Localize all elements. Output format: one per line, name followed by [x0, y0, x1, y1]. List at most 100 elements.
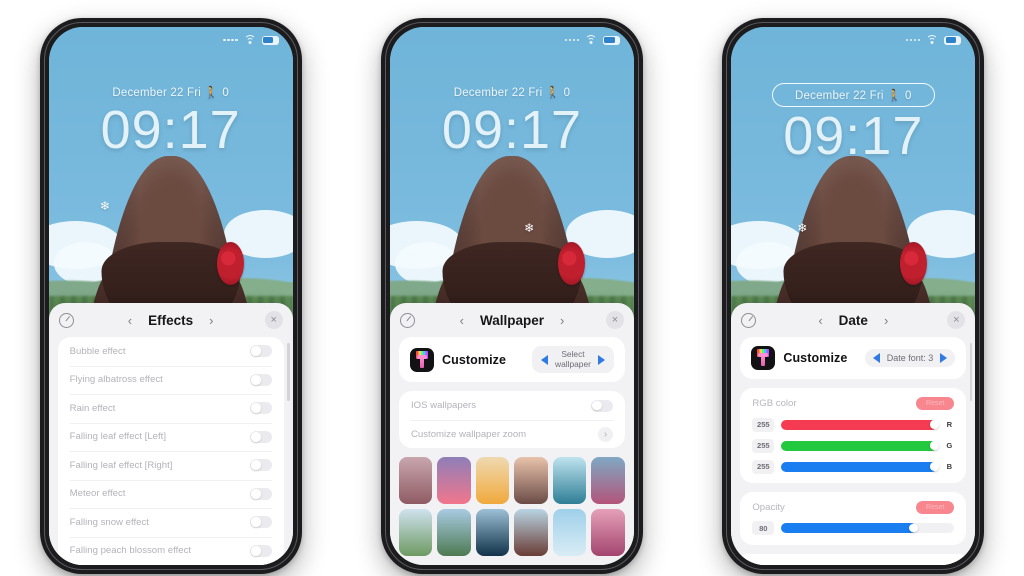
battery-icon [602, 35, 620, 45]
wallpaper-thumb-palm-sunset[interactable] [437, 457, 471, 505]
list-item[interactable]: Meteor effect [58, 479, 284, 509]
panel-header: ‹ Date › × [731, 303, 975, 337]
list-item[interactable]: IOS wallpapers [399, 391, 625, 420]
slider-track[interactable] [781, 523, 955, 533]
phone-date: December 22 Fri 🚶 0 09:17 ❄ ‹ Date › × C… [722, 18, 985, 574]
settings-circle-icon[interactable] [399, 312, 415, 328]
wallpaper-thumb-mountain-reflection[interactable] [552, 509, 587, 557]
next-page-button[interactable]: › [884, 313, 888, 328]
toggle-switch[interactable] [249, 345, 272, 358]
battery-icon [944, 35, 962, 45]
wallpaper-thumbnail-grid [398, 457, 625, 557]
slider-value: 80 [752, 521, 775, 535]
customize-brush-icon [409, 347, 434, 372]
scrollbar-thumb[interactable] [287, 343, 290, 401]
customize-brush-icon [751, 346, 776, 370]
right-triangle-icon[interactable] [597, 354, 605, 365]
toggle-switch[interactable] [249, 373, 272, 386]
wallpaper-thumb-snowy-mountain[interactable] [398, 509, 433, 557]
prev-page-button[interactable]: ‹ [818, 313, 822, 328]
toggle-switch[interactable] [249, 402, 272, 415]
wallpaper-thumb-anime-girl[interactable] [398, 457, 433, 505]
list-item[interactable]: Rain effect [58, 394, 284, 423]
opacity-reset-button[interactable]: Reset [916, 500, 955, 514]
list-item[interactable]: Falling peach blossom effect [58, 536, 284, 566]
slider-knob[interactable] [930, 441, 939, 450]
list-item-label: Falling leaf effect [Right] [69, 459, 173, 471]
toggle-switch[interactable] [249, 430, 272, 443]
status-bar [905, 35, 962, 45]
slider-knob[interactable] [930, 420, 939, 429]
list-item[interactable]: Falling snow effect [58, 508, 284, 537]
toggle-switch[interactable] [249, 487, 272, 500]
slider-channel-label: B [946, 462, 953, 471]
lockscreen-info: December 22 Fri 🚶 0 09:17 [390, 83, 634, 158]
slider-fill [781, 523, 917, 533]
snowflake-icon: ❄ [797, 220, 808, 235]
wallpaper-thumb-valley-road[interactable] [437, 509, 471, 557]
lockscreen-info: December 22 Fri 🚶 0 09:17 [731, 83, 975, 164]
panel-body: Customize Date font: 3 RGB color Reset 2… [731, 337, 975, 565]
scrollbar-thumb[interactable] [969, 343, 973, 401]
phone-screen: December 22 Fri 🚶 0 09:17 ❄ ‹ Wallpaper … [389, 27, 634, 565]
wifi-icon [243, 35, 256, 45]
settings-circle-icon[interactable] [741, 312, 757, 328]
close-icon[interactable]: × [605, 311, 624, 329]
wallpaper-panel: ‹ Wallpaper › × Customize Select wallpap… [389, 303, 634, 565]
next-page-button[interactable]: › [560, 313, 564, 328]
customize-label: Customize [441, 352, 507, 367]
panel-title: Effects [148, 312, 194, 328]
list-item[interactable]: Customize wallpaper zoom › [399, 419, 625, 449]
wallpaper-thumb-teal-building[interactable] [552, 457, 587, 505]
status-bar [223, 35, 279, 45]
wallpaper-thumb-airplane-sunset[interactable] [514, 457, 548, 505]
left-triangle-icon[interactable] [872, 353, 880, 363]
phone-wallpaper: December 22 Fri 🚶 0 09:17 ❄ ‹ Wallpaper … [380, 18, 643, 574]
right-triangle-icon[interactable] [940, 353, 948, 363]
slider-knob[interactable] [930, 462, 939, 471]
wallpaper-thumb-pagoda-lake[interactable] [514, 509, 548, 557]
slider-value: 255 [752, 438, 775, 453]
phone-screen: December 22 Fri 🚶 0 09:17 ❄ ‹ Date › × C… [731, 27, 976, 565]
toggle-switch[interactable] [249, 516, 272, 529]
close-icon[interactable]: × [947, 311, 966, 329]
wallpaper-thumb-blue-lake[interactable] [475, 509, 510, 557]
toggle-switch[interactable] [590, 399, 613, 412]
left-triangle-icon[interactable] [541, 354, 549, 365]
lockscreen-clock: 09:17 [100, 100, 241, 160]
stepper-label: Date font: 3 [886, 352, 934, 363]
toggle-switch[interactable] [249, 459, 272, 472]
settings-circle-icon[interactable] [58, 312, 74, 328]
date-font-stepper[interactable]: Date font: 3 [864, 348, 956, 368]
slider-track[interactable] [781, 440, 939, 451]
signal-dots-icon [905, 38, 921, 42]
status-bar [564, 35, 620, 45]
rose-hair-accessory [899, 242, 927, 286]
toggle-switch[interactable] [249, 544, 272, 557]
slider-track[interactable] [781, 461, 939, 472]
list-item-label: Bubble effect [69, 345, 126, 357]
list-item[interactable]: Falling leaf effect [Left] [58, 422, 284, 452]
select-wallpaper-stepper[interactable]: Select wallpaper [531, 346, 614, 374]
lockscreen-clock: 09:17 [441, 100, 583, 160]
slider-track[interactable] [781, 419, 939, 430]
next-page-button[interactable]: › [209, 313, 213, 328]
list-item-label: IOS wallpapers [410, 400, 477, 412]
slider-knob[interactable] [909, 523, 918, 533]
rgb-reset-button[interactable]: Reset [916, 397, 955, 410]
list-item[interactable]: Falling leaf effect [Right] [58, 451, 284, 480]
lockscreen-date-selected[interactable]: December 22 Fri 🚶 0 [772, 83, 935, 107]
prev-page-button[interactable]: ‹ [460, 313, 464, 328]
slider-value: 255 [752, 459, 775, 474]
close-icon[interactable]: × [264, 311, 283, 329]
lockscreen-info: December 22 Fri 🚶 0 09:17 [49, 83, 293, 158]
prev-page-button[interactable]: ‹ [128, 313, 132, 328]
wallpaper-thumb-pink-city[interactable] [591, 509, 625, 557]
opacity-section-title: Opacity [752, 501, 785, 513]
chevron-right-icon[interactable]: › [597, 426, 613, 442]
wallpaper-thumb-yellow-tree[interactable] [475, 457, 510, 505]
list-item[interactable]: Flying albatross effect [58, 365, 284, 395]
list-item[interactable]: Bubble effect [58, 337, 284, 366]
wallpaper-thumb-mountain-lake-pink[interactable] [591, 457, 625, 505]
slider-fill [781, 461, 938, 472]
